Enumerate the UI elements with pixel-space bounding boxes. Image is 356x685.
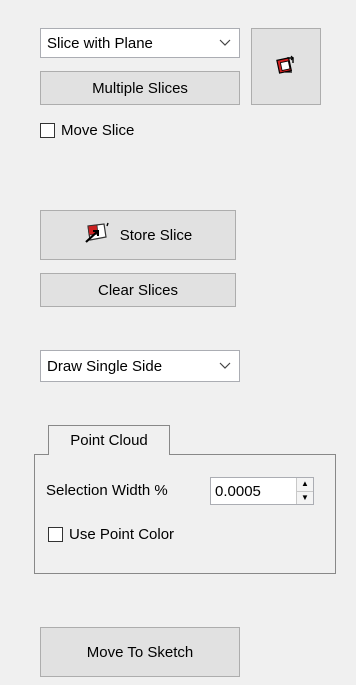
spinner-arrows: ▲ ▼ — [296, 478, 313, 504]
selection-width-value[interactable]: 0.0005 — [211, 478, 296, 504]
slice-mode-dropdown[interactable]: Slice with Plane — [40, 28, 240, 58]
point-cloud-title: Point Cloud — [70, 432, 148, 449]
point-cloud-group — [34, 454, 336, 574]
multiple-slices-button[interactable]: Multiple Slices — [40, 71, 240, 105]
selection-width-spinner[interactable]: 0.0005 ▲ ▼ — [210, 477, 314, 505]
move-to-sketch-button[interactable]: Move To Sketch — [40, 627, 240, 677]
multiple-slices-label: Multiple Slices — [92, 79, 188, 97]
tab-join — [49, 453, 169, 455]
slice-mode-value: Slice with Plane — [47, 34, 153, 52]
use-point-color-option[interactable]: Use Point Color — [48, 524, 174, 544]
draw-mode-dropdown[interactable]: Draw Single Side — [40, 350, 240, 382]
selection-width-label: Selection Width % — [46, 482, 168, 499]
move-slice-label: Move Slice — [61, 121, 135, 139]
spinner-up-icon[interactable]: ▲ — [297, 478, 313, 491]
draw-mode-value: Draw Single Side — [47, 357, 163, 375]
flip-plane-button[interactable] — [251, 28, 321, 105]
store-slice-button[interactable]: Store Slice — [40, 210, 236, 260]
clear-slices-button[interactable]: Clear Slices — [40, 273, 236, 307]
chevron-down-icon — [211, 362, 239, 370]
use-point-color-checkbox[interactable] — [48, 526, 63, 542]
chevron-down-icon — [211, 39, 239, 47]
use-point-color-label: Use Point Color — [69, 525, 175, 543]
spinner-down-icon[interactable]: ▼ — [297, 490, 313, 505]
store-slice-icon — [84, 222, 110, 248]
clear-slices-label: Clear Slices — [97, 281, 179, 299]
move-slice-checkbox[interactable] — [40, 122, 55, 138]
store-slice-label: Store Slice — [119, 226, 193, 244]
point-cloud-tab: Point Cloud — [48, 425, 170, 455]
move-to-sketch-label: Move To Sketch — [86, 643, 194, 661]
flip-plane-icon — [275, 54, 297, 80]
move-slice-option[interactable]: Move Slice — [40, 121, 134, 139]
